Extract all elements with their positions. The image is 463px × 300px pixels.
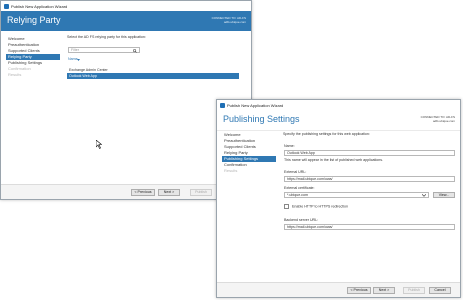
back-wizard-window: Publish New Application Wizard Relying P… (0, 0, 252, 200)
front-window-title: Publish New Application Wizard (227, 102, 284, 108)
external-certificate-label: External certificate: (284, 186, 315, 190)
wizard-app-icon (4, 3, 9, 9)
front-wizard-nav: Welcome Preauthentication Supported Clie… (222, 132, 276, 174)
relying-party-instruction: Select the AD FS relying party for this … (67, 35, 146, 39)
back-next-button[interactable]: Next > (158, 189, 180, 196)
backend-url-input[interactable]: https://mail.ubique.com/owa/ (284, 224, 455, 230)
back-window-title: Publish New Application Wizard (11, 3, 68, 9)
view-certificate-button[interactable]: View... (433, 192, 455, 198)
name-input[interactable]: Outlook Web App (284, 150, 455, 156)
front-content: Specify the publishing settings for this… (283, 132, 455, 262)
relying-party-list: Exchange Admin Center Outlook Web App (67, 67, 239, 79)
external-url-label: External URL: (284, 170, 307, 174)
external-certificate-select[interactable]: *.ubique.com (284, 192, 429, 198)
wizard-app-icon (220, 102, 225, 108)
back-connection-info: CONNECTED TO: AD-FS adfs.ubique.com (211, 16, 246, 24)
front-wizard-window: Publish New Application Wizard Publishin… (216, 99, 461, 298)
relying-party-filter-input[interactable]: Filter (68, 47, 140, 53)
front-connection-info: CONNECTED TO: AD-FS adfs.ubique.com (420, 115, 455, 123)
front-next-button[interactable]: Next > (373, 287, 395, 294)
back-previous-button[interactable]: < Previous (131, 189, 155, 196)
name-label: Name: (284, 144, 295, 148)
back-publish-button: Publish (190, 189, 212, 196)
back-page-title: Relying Party (7, 15, 61, 25)
back-wizard-nav: Welcome Preauthentication Supported Clie… (6, 36, 60, 78)
front-publish-button: Publish (403, 287, 425, 294)
front-previous-button[interactable]: < Previous (347, 287, 371, 294)
http-redirect-checkbox[interactable] (284, 204, 289, 209)
front-page-title: Publishing Settings (223, 114, 300, 124)
nav-results: Results (8, 72, 22, 77)
nav-results: Results (224, 168, 238, 173)
back-window-banner: Relying Party CONNECTED TO: AD-FS adfs.u… (1, 11, 251, 31)
front-cancel-button[interactable]: Cancel (429, 287, 451, 294)
http-redirect-option[interactable]: Enable HTTP to HTTPS redirection (284, 204, 348, 209)
external-url-input[interactable]: https://mail.ubique.com/owa/ (284, 176, 455, 182)
name-hint: This name will appear in the list of pub… (284, 158, 384, 162)
front-window-footer: < Previous Next > Publish Cancel (217, 282, 460, 297)
chevron-down-icon (77, 59, 80, 61)
http-redirect-label: Enable HTTP to HTTPS redirection (292, 204, 349, 209)
search-icon[interactable] (133, 48, 137, 53)
chevron-down-icon[interactable] (422, 194, 426, 197)
mouse-cursor-icon (96, 140, 102, 149)
back-window-footer: < Previous Next > Publish Cancel (1, 184, 251, 199)
front-window-banner: Publishing Settings CONNECTED TO: AD-FS … (217, 110, 460, 131)
publishing-instruction: Specify the publishing settings for this… (283, 132, 370, 136)
backend-url-label: Backend server URL: (284, 218, 319, 222)
list-item-outlook-web-app[interactable]: Outlook Web App (67, 73, 239, 79)
